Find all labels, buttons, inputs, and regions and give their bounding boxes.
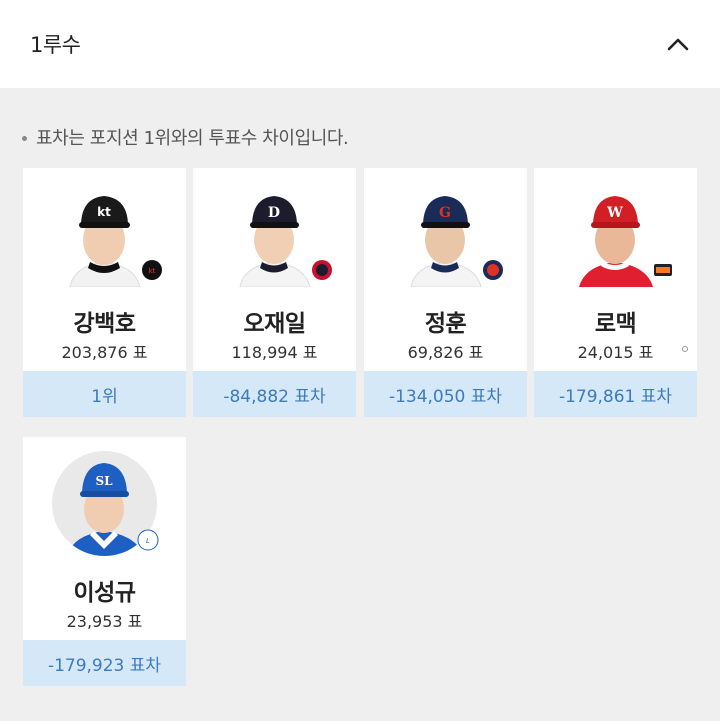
section-title: 1루수 — [30, 33, 81, 57]
player-photo: kt kt — [52, 182, 162, 288]
player-card[interactable]: kt kt 강백호 203,876 표 1위 — [23, 168, 186, 417]
bullet-dot — [22, 135, 27, 141]
vote-gap: 1위 — [23, 371, 186, 417]
vote-gap: -179,861 표차 — [534, 371, 697, 417]
team-logo-icon — [312, 260, 332, 280]
team-logo-icon — [483, 260, 503, 280]
vote-gap-notice: 표차는 포지션 1위와의 투표수 차이입니다. — [22, 124, 349, 150]
collapse-button[interactable] — [662, 28, 694, 60]
notice-text: 표차는 포지션 1위와의 투표수 차이입니다. — [36, 128, 349, 149]
player-card[interactable]: SL L 이성규 23,953 표 -179,923 표차 — [23, 437, 186, 686]
svg-text:kt: kt — [97, 205, 111, 219]
player-card[interactable]: G 정훈 69,826 표 -134,050 표차 — [364, 168, 527, 417]
position-section-header[interactable]: 1루수 — [0, 0, 720, 88]
player-name: 로맥 — [594, 311, 637, 337]
vote-count: 203,876 표 — [61, 343, 148, 362]
player-name: 강백호 — [73, 311, 136, 337]
vote-count: 23,953 표 — [66, 612, 143, 631]
player-photo: D — [222, 182, 332, 288]
vote-count: 118,994 표 — [231, 343, 318, 362]
svg-text:D: D — [268, 205, 280, 221]
svg-text:SL: SL — [95, 474, 113, 488]
player-photo: G — [393, 182, 503, 288]
vote-gap: -134,050 표차 — [364, 371, 527, 417]
player-name: 오재일 — [243, 311, 306, 337]
chevron-up-icon — [667, 38, 689, 51]
player-card[interactable]: W 로맥 24,015 표 -179,861 표차 — [534, 168, 697, 417]
player-card[interactable]: D 오재일 118,994 표 -84,882 표차 — [193, 168, 356, 417]
vote-count: 24,015 표 — [577, 343, 654, 362]
team-logo-icon: kt — [142, 260, 162, 280]
team-logo-icon — [654, 264, 672, 276]
player-name: 이성규 — [73, 580, 136, 606]
svg-text:kt: kt — [149, 267, 156, 275]
team-logo-icon: L — [137, 529, 159, 551]
svg-text:G: G — [439, 205, 451, 221]
svg-text:W: W — [606, 205, 623, 221]
svg-text:L: L — [146, 537, 150, 545]
vote-gap: -84,882 표차 — [193, 371, 356, 417]
player-photo: W — [563, 182, 672, 287]
vote-gap: -179,923 표차 — [23, 640, 186, 686]
vote-count: 69,826 표 — [407, 343, 484, 362]
dot-mark — [682, 346, 688, 352]
player-name: 정훈 — [424, 311, 467, 337]
